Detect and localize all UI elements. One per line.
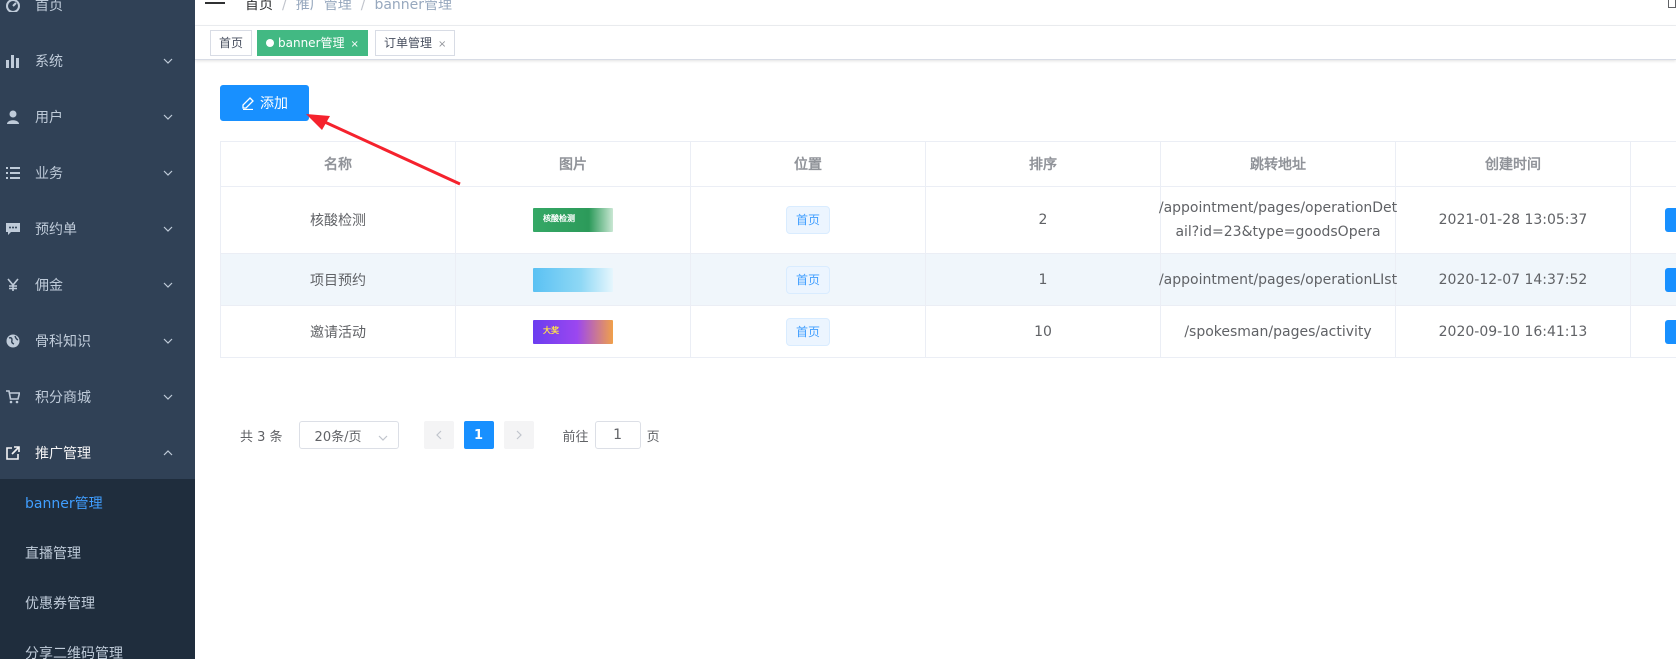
yen-icon — [5, 277, 21, 293]
sidebar-item-promotion[interactable]: 推广管理 — [0, 425, 195, 481]
tags-view: 首页 banner管理 × 订单管理 × — [195, 26, 1676, 60]
cart-icon — [5, 389, 21, 405]
page-size-select[interactable]: 20条/页 — [298, 421, 399, 449]
cell-sort: 1 — [926, 254, 1161, 305]
edit-button[interactable] — [1665, 208, 1676, 232]
sidebar-item-appointments[interactable]: 预约单 — [0, 201, 195, 257]
breadcrumb-item: 推广管理 — [295, 0, 352, 13]
cell-image: 核酸检测 — [456, 187, 691, 253]
breadcrumb-item[interactable]: 首页 — [245, 0, 273, 13]
cell-image: 大奖 — [456, 306, 691, 357]
globe-icon — [5, 333, 21, 349]
user-icon — [5, 109, 21, 125]
sidebar-subitem-live[interactable]: 直播管理 — [0, 529, 195, 579]
cell-actions — [1631, 254, 1676, 305]
page-number-current[interactable]: 1 — [463, 421, 494, 449]
sidebar-subitem-coupon[interactable]: 优惠券管理 — [0, 579, 195, 629]
logout-icon[interactable] — [1668, 0, 1676, 8]
tag-banner[interactable]: banner管理 × — [257, 30, 368, 56]
sidebar-item-user[interactable]: 用户 — [0, 89, 195, 145]
chevron-down-icon — [163, 394, 173, 400]
edit-button[interactable] — [1665, 267, 1676, 292]
cell-created: 2020-09-10 16:41:13 — [1396, 306, 1631, 357]
cell-sort: 10 — [926, 306, 1161, 357]
message-icon — [5, 221, 21, 237]
edit-icon — [242, 97, 254, 110]
cell-image — [456, 254, 691, 305]
external-link-icon — [5, 445, 21, 461]
sidebar-item-system[interactable]: 系统 — [0, 33, 195, 89]
sidebar-subitem-banner[interactable]: banner管理 — [0, 479, 195, 529]
sidebar-subitem-qrcode[interactable]: 分享二维码管理 — [0, 629, 195, 659]
table-row: 核酸检测 核酸检测 首页 2 /appointment/pages/operat… — [221, 187, 1676, 254]
cell-created: 2021-01-28 13:05:37 — [1396, 187, 1631, 253]
position-tag: 首页 — [785, 317, 830, 346]
dashboard-icon — [5, 0, 21, 13]
column-header — [1631, 142, 1676, 186]
chevron-down-icon — [163, 282, 173, 288]
breadcrumb-item: banner管理 — [374, 0, 453, 13]
edit-button[interactable] — [1665, 319, 1676, 344]
goto-page-input[interactable]: 1 — [594, 421, 641, 449]
pagination-total: 共 3 条 — [240, 429, 283, 445]
tag-home[interactable]: 首页 — [210, 30, 253, 56]
sidebar-item-home[interactable]: 首页 — [0, 0, 195, 33]
list-icon — [5, 165, 21, 181]
active-dot-icon — [266, 39, 274, 47]
promotion-submenu: banner管理 直播管理 优惠券管理 分享二维码管理 — [0, 479, 195, 659]
chevron-down-icon — [163, 338, 173, 344]
tag-orders[interactable]: 订单管理 × — [375, 30, 456, 57]
close-icon[interactable]: × — [438, 33, 446, 57]
navbar: 首页 / 推广管理 / banner管理 — [195, 0, 1676, 26]
hamburger-icon[interactable] — [205, 0, 227, 10]
cell-sort: 2 — [926, 187, 1161, 253]
chevron-left-icon — [435, 430, 441, 440]
cell-position: 首页 — [691, 187, 926, 253]
close-icon[interactable]: × — [351, 33, 359, 57]
page-jumper: 前往 1 页 — [563, 421, 660, 449]
bar-chart-icon — [5, 53, 21, 69]
cell-position: 首页 — [691, 306, 926, 357]
breadcrumb: 首页 / 推广管理 / banner管理 — [245, 0, 452, 14]
sidebar-item-business[interactable]: 业务 — [0, 145, 195, 201]
cell-actions — [1631, 187, 1676, 253]
cell-created: 2020-12-07 14:37:52 — [1396, 254, 1631, 305]
chevron-down-icon — [163, 226, 173, 232]
column-header: 位置 — [691, 142, 926, 186]
table-row: 项目预约 首页 1 /appointment/pages/operationLI… — [221, 254, 1676, 306]
sidebar-item-commission[interactable]: 佣金 — [0, 257, 195, 313]
table-row: 邀请活动 大奖 首页 10 /spokesman/pages/activity … — [221, 306, 1676, 358]
column-header: 图片 — [456, 142, 691, 186]
column-header: 跳转地址 — [1161, 142, 1396, 186]
cell-url: /appointment/pages/operationDet ail?id=23… — [1159, 187, 1397, 253]
cell-position: 首页 — [691, 254, 926, 305]
banner-thumbnail[interactable] — [533, 267, 613, 292]
chevron-down-icon — [163, 58, 173, 64]
chevron-down-icon — [163, 170, 173, 176]
cell-actions — [1631, 306, 1676, 357]
position-tag: 首页 — [785, 206, 830, 234]
chevron-right-icon — [516, 430, 522, 440]
cell-name: 核酸检测 — [221, 187, 456, 253]
pagination: 共 3 条 20条/页 1 前往 1 页 — [240, 421, 660, 449]
chevron-down-icon — [378, 430, 388, 445]
column-header: 创建时间 — [1396, 142, 1631, 186]
next-page-button[interactable] — [503, 421, 534, 449]
prev-page-button[interactable] — [423, 421, 454, 449]
cell-url: /appointment/pages/operationLIst — [1159, 254, 1397, 305]
add-button[interactable]: 添加 — [220, 85, 309, 121]
cell-url: /spokesman/pages/activity — [1161, 306, 1396, 357]
chevron-up-icon — [163, 450, 173, 456]
column-header: 排序 — [926, 142, 1161, 186]
sidebar-item-orthopedics[interactable]: 骨科知识 — [0, 313, 195, 369]
cell-name: 项目预约 — [221, 254, 456, 305]
banner-thumbnail[interactable]: 核酸检测 — [533, 208, 613, 232]
chevron-down-icon — [163, 114, 173, 120]
annotation-arrow — [306, 114, 461, 186]
sidebar-item-points-mall[interactable]: 积分商城 — [0, 369, 195, 425]
banner-thumbnail[interactable]: 大奖 — [533, 319, 613, 344]
position-tag: 首页 — [785, 265, 830, 294]
cell-name: 邀请活动 — [221, 306, 456, 357]
sidebar: 首页 系统 用户 业务 预约单 佣金 骨科知识 积分商城 推广管理 banner… — [0, 0, 195, 659]
